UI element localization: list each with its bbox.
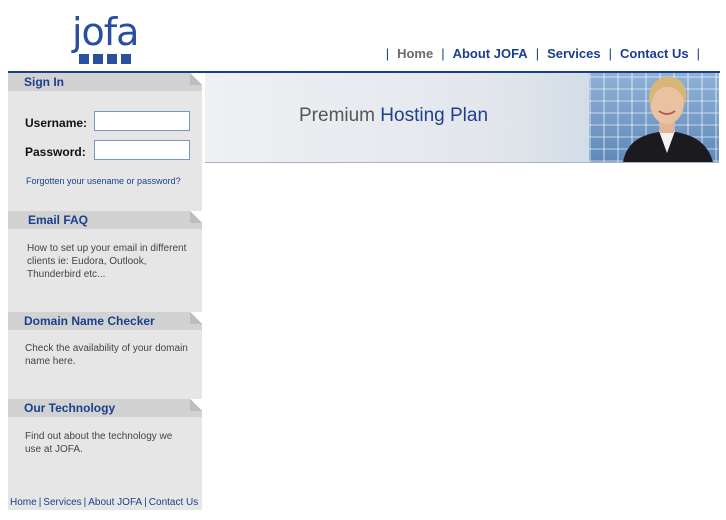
businesswoman-photo — [623, 76, 713, 162]
jofa-logo[interactable]: jofa — [70, 10, 150, 65]
domain-checker-description: Check the availability of your domain na… — [25, 343, 188, 367]
our-technology-title: Our Technology — [24, 401, 116, 415]
banner-title-prefix: Premium — [299, 105, 381, 126]
email-faq-description: How to set up your email in different cl… — [27, 243, 187, 280]
nav-separator: | — [535, 46, 540, 61]
footer-about-link[interactable]: About JOFA — [88, 497, 142, 508]
email-faq-header[interactable]: Email FAQ — [8, 211, 202, 229]
hero-banner: Premium Hosting Plan — [205, 73, 719, 163]
domain-checker-title: Domain Name Checker — [24, 314, 155, 328]
password-label: Password: — [25, 145, 86, 159]
nav-separator: | — [385, 46, 390, 61]
banner-title: Premium Hosting Plan — [299, 105, 488, 127]
signin-header: Sign In — [8, 73, 202, 91]
nav-separator: | — [696, 46, 700, 61]
top-navigation: | Home | About JOFA | Services | Contact… — [378, 46, 708, 61]
footer-services-link[interactable]: Services — [43, 497, 81, 508]
nav-services-link[interactable]: Services — [547, 46, 601, 61]
corner-fold-icon — [190, 312, 202, 324]
corner-fold-icon — [190, 73, 202, 85]
username-label: Username: — [25, 116, 88, 130]
forgot-credentials-link[interactable]: Forgotten your usename or password? — [26, 176, 181, 186]
footer-contact-link[interactable]: Contact Us — [149, 497, 198, 508]
corner-fold-icon — [190, 399, 202, 411]
our-technology-description: Find out about the technology we use at … — [25, 431, 173, 455]
email-faq-title: Email FAQ — [28, 213, 89, 227]
nav-contact-link[interactable]: Contact Us — [620, 46, 689, 61]
nav-home-link[interactable]: Home — [397, 46, 433, 61]
password-input[interactable] — [94, 140, 190, 160]
logo-text: jofa — [72, 10, 139, 54]
logo-squares — [79, 54, 131, 64]
footer-links: Home | Services | About JOFA | Contact Us — [10, 497, 199, 508]
username-input[interactable] — [94, 111, 190, 131]
nav-separator: | — [608, 46, 612, 61]
signin-title: Sign In — [24, 75, 64, 89]
corner-fold-icon — [190, 211, 202, 223]
domain-checker-header[interactable]: Domain Name Checker — [8, 312, 202, 330]
our-technology-header[interactable]: Our Technology — [8, 399, 202, 417]
nav-separator: | — [441, 46, 445, 61]
banner-title-highlight: Hosting Plan — [380, 105, 489, 126]
sidebar: Sign In Username: Password: Forgotten yo… — [8, 73, 202, 510]
nav-about-link[interactable]: About JOFA — [453, 46, 528, 61]
footer-home-link[interactable]: Home — [10, 497, 37, 508]
